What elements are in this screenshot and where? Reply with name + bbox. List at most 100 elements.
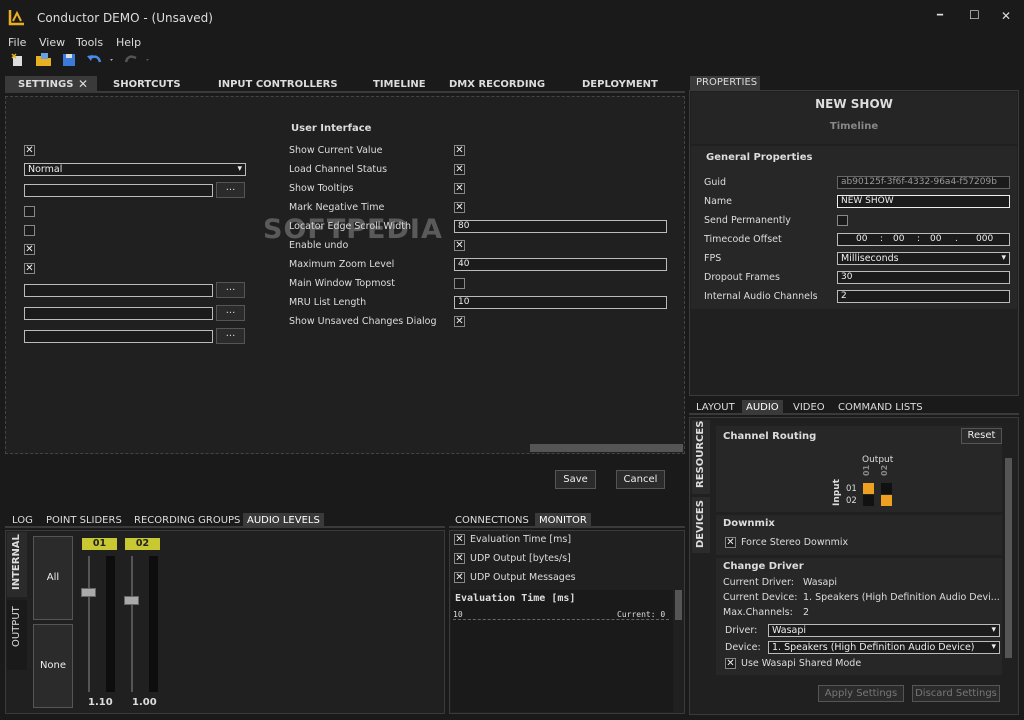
setting-checkbox-0[interactable]: ✕ [454,145,465,156]
none-button[interactable]: None [33,624,73,708]
setting-input-8[interactable]: 10 [454,296,667,309]
browse-button-1[interactable]: ... [216,182,245,198]
browse-button-2[interactable]: ... [216,282,245,298]
apply-settings-button[interactable]: Apply Settings [818,685,904,702]
channel-1-fader-handle[interactable] [81,588,96,597]
horizontal-scrollbar[interactable] [530,444,683,452]
setting-checkbox-1[interactable]: ✕ [454,164,465,175]
setting-label-9: Show Unsaved Changes Dialog [289,316,437,327]
cancel-button[interactable]: Cancel [616,470,665,489]
monitor-checkbox-1[interactable]: ✕ [454,553,465,564]
close-button[interactable]: ✕ [1001,9,1011,23]
left-checkbox-4[interactable]: ✕ [24,244,35,255]
new-icon[interactable] [10,52,26,68]
setting-checkbox-9[interactable]: ✕ [454,316,465,327]
monitor-checkbox-0[interactable]: ✕ [454,534,465,545]
setting-checkbox-5[interactable]: ✕ [454,240,465,251]
channel-2-fader-handle[interactable] [124,596,139,605]
properties-tab[interactable]: PROPERTIES [690,76,760,90]
device-dropdown[interactable]: 1. Speakers (High Definition Audio Devic… [768,641,1000,654]
redo-icon[interactable] [122,52,154,68]
channel-routing-title: Channel Routing [723,431,817,442]
tab-deployment[interactable]: DEPLOYMENT [582,79,658,90]
browse-button-4[interactable]: ... [216,328,245,344]
save-icon[interactable] [61,52,77,68]
name-field[interactable]: NEW SHOW [837,195,1010,208]
routing-cell-2-1[interactable] [863,495,874,506]
guid-field[interactable]: ab90125f-3f6f-4332-96a4-f57209b [837,176,1010,189]
setting-input-6[interactable]: 40 [454,258,667,271]
open-icon[interactable] [35,52,53,68]
menu-view[interactable]: View [39,36,65,49]
discard-settings-button[interactable]: Discard Settings [912,685,1000,702]
tab-input-controllers[interactable]: INPUT CONTROLLERS [218,79,338,90]
menu-help[interactable]: Help [116,36,141,49]
tab-timeline[interactable]: TIMELINE [373,79,426,90]
all-button[interactable]: All [33,536,73,620]
path-input-1[interactable] [24,184,213,197]
left-checkbox-2[interactable] [24,206,35,217]
menu-file[interactable]: File [8,36,26,49]
minimize-button[interactable]: ━ [937,10,943,21]
force-stereo-checkbox[interactable]: ✕ [725,537,736,548]
audio-scrollbar[interactable] [1005,458,1012,658]
tc-sep-2: : [917,234,921,244]
shared-mode-checkbox[interactable]: ✕ [725,658,736,669]
setting-label-8: MRU List Length [289,297,367,308]
maximize-button[interactable]: ☐ [969,8,980,22]
setting-input-4[interactable]: 80 [454,220,667,233]
fps-dropdown[interactable]: Milliseconds [837,252,1010,265]
save-button[interactable]: Save [555,470,596,489]
devices-side-tab-label: DEVICES [695,500,706,548]
tab-command-lists[interactable]: COMMAND LISTS [834,400,927,415]
tab-layout[interactable]: LAYOUT [692,400,739,415]
channel-1-value: 1.10 [88,697,113,708]
mode-dropdown[interactable]: Normal [24,163,246,176]
current-device-value: 1. Speakers (High Definition Audio Devi.… [803,592,1000,603]
send-permanently-checkbox[interactable] [837,215,848,226]
change-driver-title: Change Driver [723,561,804,572]
setting-checkbox-3[interactable]: ✕ [454,202,465,213]
path-input-3[interactable] [24,307,213,320]
dropout-field[interactable]: 30 [837,271,1010,284]
routing-cell-2-2[interactable] [881,495,892,506]
tab-audio[interactable]: AUDIO [742,400,783,415]
left-checkbox-3[interactable] [24,225,35,236]
path-input-4[interactable] [24,330,213,343]
setting-checkbox-7[interactable] [454,278,465,289]
tab-video[interactable]: VIDEO [789,400,829,415]
routing-cell-1-1[interactable] [863,483,874,494]
tab-log[interactable]: LOG [8,513,37,528]
tab-audio-levels[interactable]: AUDIO LEVELS [243,513,324,528]
tc-seconds: 00 [930,234,942,244]
driver-dropdown[interactable]: Wasapi [768,624,1000,637]
path-input-2[interactable] [24,284,213,297]
menu-tools[interactable]: Tools [76,36,103,49]
channel-1-track [88,556,90,692]
graph-title: Evaluation Time [ms] [455,593,576,604]
tab-shortcuts[interactable]: SHORTCUTS [113,79,181,90]
left-checkbox-5[interactable]: ✕ [24,263,35,274]
timecode-offset-field[interactable]: 00 : 00 : 00 . 000 [837,233,1010,246]
tab-monitor[interactable]: MONITOR [535,513,591,528]
monitor-scrollbar[interactable] [675,590,682,620]
downmix-title: Downmix [723,518,775,529]
monitor-item-0: Evaluation Time [ms] [470,534,572,545]
tab-point-sliders[interactable]: POINT SLIDERS [42,513,126,528]
reset-button[interactable]: Reset [961,428,1002,444]
routing-in-01: 01 [846,484,857,494]
undo-icon[interactable] [86,52,116,68]
setting-checkbox-2[interactable]: ✕ [454,183,465,194]
monitor-checkbox-2[interactable]: ✕ [454,572,465,583]
setting-label-0: Show Current Value [289,145,383,156]
channel-1-label: 01 [82,538,117,550]
tab-connections[interactable]: CONNECTIONS [451,513,533,528]
tab-dmx-recording[interactable]: DMX RECORDING [449,79,545,90]
tab-settings-close-icon[interactable]: ✕ [78,77,88,91]
properties-title: NEW SHOW [815,97,893,111]
tab-recording-groups[interactable]: RECORDING GROUPS [130,513,244,528]
routing-cell-1-2[interactable] [881,483,892,494]
left-checkbox-1[interactable]: ✕ [24,145,35,156]
browse-button-3[interactable]: ... [216,305,245,321]
iac-field[interactable]: 2 [837,290,1010,303]
